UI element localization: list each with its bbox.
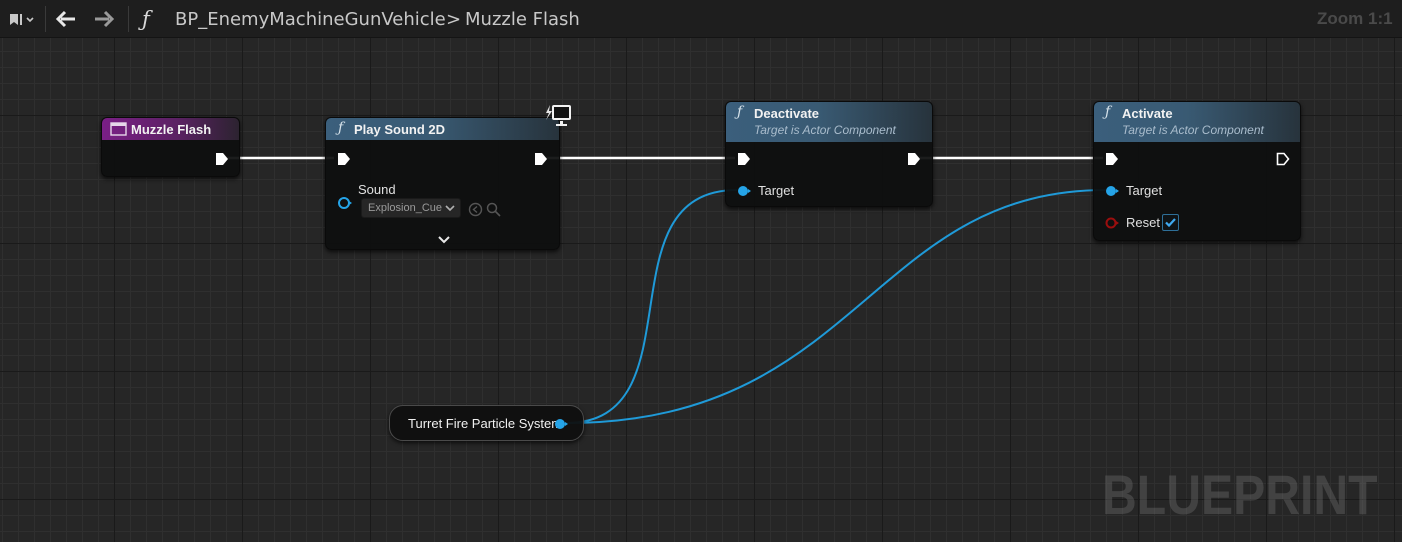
exec-out-pin[interactable]: [534, 152, 548, 166]
node-subtitle: Target is Actor Component: [754, 123, 896, 137]
play-sound-2d-node[interactable]: ƒ Play Sound 2D Sound Explosion_Cue: [325, 117, 560, 250]
function-icon: ƒ: [1105, 104, 1111, 120]
function-icon: ƒ: [737, 104, 743, 120]
sound-input-pin[interactable]: [338, 196, 354, 210]
exec-out-pin-unconnected[interactable]: [1276, 152, 1290, 166]
deactivate-node[interactable]: ƒ Deactivate Target is Actor Component T…: [725, 101, 933, 207]
object-wire[interactable]: [565, 189, 1107, 424]
pin-label-target: Target: [1126, 183, 1163, 198]
node-title: Muzzle Flash: [131, 122, 212, 137]
node-title: Deactivate: [754, 106, 820, 121]
blueprint-watermark: BLUEPRINT: [1102, 463, 1378, 526]
node-header: ƒ Activate Target is Actor Component: [1094, 102, 1300, 142]
exec-out-pin[interactable]: [907, 152, 921, 166]
exec-out-pin[interactable]: [215, 152, 229, 166]
node-header: Muzzle Flash: [102, 118, 239, 140]
pin-label-reset: Reset: [1126, 215, 1160, 230]
checkmark-icon: [1165, 218, 1176, 228]
node-title: Activate: [1122, 106, 1173, 121]
expand-advanced-chevron-icon[interactable]: [438, 236, 450, 244]
function-entry-node[interactable]: Muzzle Flash: [101, 117, 240, 177]
function-icon: ƒ: [338, 120, 344, 136]
target-input-pin[interactable]: [1105, 185, 1121, 197]
use-selected-asset-icon[interactable]: [468, 202, 483, 217]
reset-checkbox[interactable]: [1162, 214, 1179, 231]
monitor-lightning-icon: [546, 105, 571, 126]
node-header: ƒ Deactivate Target is Actor Component: [726, 102, 932, 142]
function-entry-icon: [110, 122, 127, 136]
turret-fire-particle-system-variable-node[interactable]: Turret Fire Particle System: [389, 405, 584, 441]
exec-in-pin[interactable]: [737, 152, 751, 166]
node-header: ƒ Play Sound 2D: [326, 118, 559, 140]
sound-asset-value: Explosion_Cue: [368, 202, 442, 214]
exec-in-pin[interactable]: [337, 152, 351, 166]
activate-node[interactable]: ƒ Activate Target is Actor Component Tar…: [1093, 101, 1301, 241]
exec-in-pin[interactable]: [1105, 152, 1119, 166]
target-input-pin[interactable]: [737, 185, 753, 197]
reset-bool-pin[interactable]: [1105, 217, 1121, 229]
pin-label-sound: Sound: [358, 182, 396, 197]
sound-asset-dropdown[interactable]: Explosion_Cue: [361, 198, 461, 218]
variable-label: Turret Fire Particle System: [408, 416, 563, 431]
variable-output-pin[interactable]: [554, 418, 570, 430]
chevron-down-icon: [445, 205, 455, 212]
browse-asset-search-icon[interactable]: [486, 202, 501, 217]
node-title: Play Sound 2D: [354, 122, 446, 137]
pin-label-target: Target: [758, 183, 795, 198]
node-subtitle: Target is Actor Component: [1122, 123, 1264, 137]
object-wire[interactable]: [565, 189, 738, 424]
wire-layer: [226, 156, 1107, 424]
